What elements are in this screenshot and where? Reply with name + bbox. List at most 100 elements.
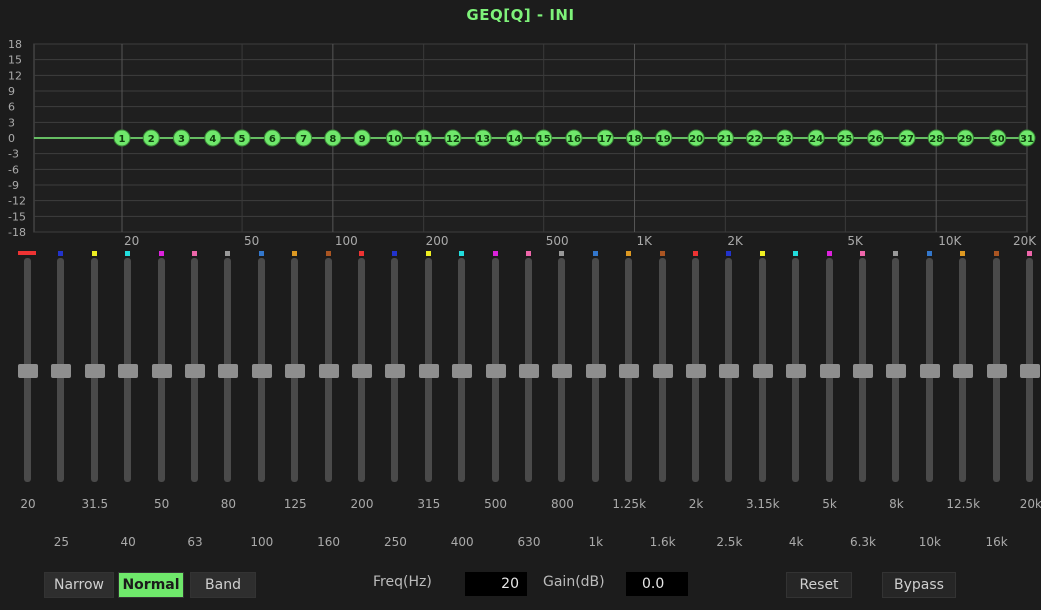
- normal-button[interactable]: Normal: [118, 572, 184, 598]
- bypass-button[interactable]: Bypass: [882, 572, 956, 598]
- band-node-label: 14: [508, 134, 522, 145]
- slider-thumb[interactable]: [318, 364, 339, 378]
- slider-thumb[interactable]: [619, 364, 640, 378]
- band-node-label: 17: [598, 134, 612, 145]
- band-slider[interactable]: [250, 248, 274, 488]
- band-slider[interactable]: [550, 248, 574, 488]
- x-tick-label: 2K: [727, 234, 744, 248]
- slider-thumb[interactable]: [151, 364, 172, 378]
- slider-thumb[interactable]: [385, 364, 406, 378]
- band-color-marker: [192, 251, 197, 256]
- band-slider[interactable]: [183, 248, 207, 488]
- band-slider[interactable]: [83, 248, 107, 488]
- slider-thumb[interactable]: [418, 364, 439, 378]
- band-node-label: 9: [359, 134, 366, 145]
- band-slider[interactable]: [884, 248, 908, 488]
- band-slider[interactable]: [684, 248, 708, 488]
- band-color-marker: [659, 251, 665, 256]
- band-slider[interactable]: [617, 248, 641, 488]
- slider-thumb[interactable]: [352, 364, 372, 378]
- slider-thumb[interactable]: [953, 364, 974, 378]
- reset-button[interactable]: Reset: [786, 572, 852, 598]
- slider-thumb[interactable]: [752, 364, 773, 378]
- frequency-label: 4k: [788, 535, 804, 549]
- band-slider[interactable]: [951, 248, 975, 488]
- slider-thumb[interactable]: [1020, 364, 1040, 378]
- slider-thumb[interactable]: [218, 364, 239, 378]
- y-tick-label: 6: [8, 101, 15, 114]
- frequency-label: 50: [153, 497, 170, 511]
- slider-thumb[interactable]: [485, 364, 506, 378]
- slider-thumb[interactable]: [853, 364, 873, 378]
- slider-thumb[interactable]: [251, 364, 272, 378]
- x-tick-label: 50: [244, 234, 259, 248]
- band-slider[interactable]: [717, 248, 741, 488]
- slider-thumb[interactable]: [552, 364, 573, 378]
- band-slider[interactable]: [116, 248, 140, 488]
- band-color-marker: [726, 251, 732, 256]
- x-tick-label: 20K: [1013, 234, 1037, 248]
- slider-thumb[interactable]: [51, 364, 72, 378]
- band-slider[interactable]: [216, 248, 240, 488]
- x-tick-label: 200: [426, 234, 449, 248]
- band-node-label: 21: [718, 134, 732, 145]
- slider-thumb[interactable]: [585, 364, 606, 378]
- narrow-button[interactable]: Narrow: [44, 572, 114, 598]
- frequency-label: 20: [20, 497, 36, 511]
- band-slider[interactable]: [584, 248, 608, 488]
- slider-thumb[interactable]: [652, 364, 673, 378]
- slider-thumb[interactable]: [118, 364, 139, 378]
- band-slider[interactable]: [383, 248, 407, 488]
- freq-input[interactable]: 20: [465, 572, 527, 596]
- frequency-label: 1.25k: [612, 497, 647, 511]
- band-slider[interactable]: [1018, 248, 1041, 488]
- slider-thumb[interactable]: [986, 364, 1007, 378]
- slider-thumb[interactable]: [886, 364, 907, 378]
- band-color-marker: [993, 251, 999, 256]
- band-slider[interactable]: [985, 248, 1009, 488]
- slider-thumb[interactable]: [452, 364, 473, 378]
- band-color-marker: [18, 251, 36, 255]
- band-slider[interactable]: [49, 248, 73, 488]
- band-slider[interactable]: [417, 248, 441, 488]
- band-slider[interactable]: [517, 248, 541, 488]
- slider-thumb[interactable]: [519, 364, 539, 378]
- band-node-label: 1: [119, 134, 126, 145]
- slider-thumb[interactable]: [185, 364, 205, 378]
- band-node-label: 26: [869, 134, 883, 145]
- eq-graph[interactable]: 1815129630-3-6-9-12-15-1820 50 100 200 500 1K…: [0, 0, 1041, 260]
- band-slider[interactable]: [350, 248, 374, 488]
- slider-thumb[interactable]: [18, 364, 38, 378]
- band-slider[interactable]: [484, 248, 508, 488]
- band-slider[interactable]: [317, 248, 341, 488]
- band-slider[interactable]: [751, 248, 775, 488]
- band-slider[interactable]: [651, 248, 675, 488]
- band-color-marker: [860, 251, 865, 256]
- x-tick-label: 20: [124, 234, 139, 248]
- band-button[interactable]: Band: [190, 572, 256, 598]
- band-slider[interactable]: [16, 248, 40, 488]
- y-tick-label: 18: [8, 38, 22, 51]
- slider-thumb[interactable]: [919, 364, 940, 378]
- y-tick-label: 9: [8, 85, 15, 98]
- band-node-label: 7: [300, 134, 307, 145]
- slider-thumb[interactable]: [686, 364, 706, 378]
- slider-thumb[interactable]: [819, 364, 840, 378]
- band-slider[interactable]: [851, 248, 875, 488]
- band-slider[interactable]: [918, 248, 942, 488]
- band-slider[interactable]: [450, 248, 474, 488]
- band-slider[interactable]: [784, 248, 808, 488]
- slider-thumb[interactable]: [84, 364, 105, 378]
- slider-thumb[interactable]: [719, 364, 740, 378]
- gain-input[interactable]: 0.0: [626, 572, 688, 596]
- band-node-label: 12: [446, 134, 460, 145]
- slider-thumb[interactable]: [285, 364, 306, 378]
- band-slider[interactable]: [283, 248, 307, 488]
- frequency-label: 400: [450, 535, 474, 549]
- band-color-marker: [125, 251, 131, 256]
- band-node-label: 6: [269, 134, 276, 145]
- band-slider[interactable]: [818, 248, 842, 488]
- band-color-marker: [759, 251, 765, 256]
- slider-thumb[interactable]: [786, 364, 807, 378]
- band-slider[interactable]: [150, 248, 174, 488]
